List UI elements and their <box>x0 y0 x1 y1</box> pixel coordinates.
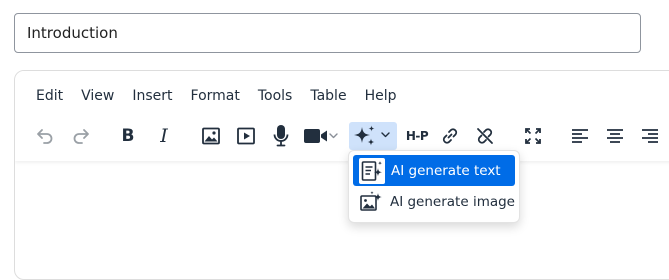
image-icon <box>202 127 220 145</box>
fullscreen-icon <box>525 128 541 144</box>
italic-icon: I <box>160 125 168 147</box>
menu-table[interactable]: Table <box>301 86 355 106</box>
remove-link-button[interactable] <box>469 122 501 150</box>
bold-button[interactable]: B <box>112 122 144 150</box>
align-center-icon <box>607 129 623 143</box>
align-right-button[interactable] <box>634 122 666 150</box>
insert-image-button[interactable] <box>195 122 227 150</box>
undo-button[interactable] <box>29 122 61 150</box>
h5p-icon: H-P <box>405 129 429 143</box>
editor-content-area[interactable] <box>15 163 669 279</box>
microphone-icon <box>273 125 289 147</box>
redo-button[interactable] <box>65 122 97 150</box>
menu-format[interactable]: Format <box>182 86 249 106</box>
insert-link-button[interactable] <box>434 122 466 150</box>
unlink-icon <box>477 128 493 144</box>
ai-tools-dropdown: AI generate text AI generate image <box>348 150 520 223</box>
ai-tools-button[interactable] <box>349 122 397 150</box>
record-video-button[interactable] <box>301 122 341 150</box>
rich-text-editor[interactable]: Edit View Insert Format Tools Table Help… <box>14 70 669 280</box>
ai-sparkle-icon <box>354 125 390 146</box>
video-camera-icon <box>304 129 338 143</box>
link-icon <box>442 128 458 144</box>
menu-help[interactable]: Help <box>356 86 406 106</box>
ai-image-icon <box>359 189 384 215</box>
editor-header: Edit View Insert Format Tools Table Help… <box>15 71 669 161</box>
fullscreen-button[interactable] <box>517 122 549 150</box>
menu-edit[interactable]: Edit <box>27 86 72 106</box>
ai-generate-image-option[interactable]: AI generate image <box>353 186 515 217</box>
align-left-icon <box>572 129 588 143</box>
menu-insert[interactable]: Insert <box>123 86 181 106</box>
align-center-button[interactable] <box>599 122 631 150</box>
record-audio-button[interactable] <box>265 122 297 150</box>
media-icon <box>237 127 255 145</box>
menu-tools[interactable]: Tools <box>249 86 302 106</box>
bold-icon: B <box>121 126 135 146</box>
ai-text-icon <box>359 157 385 184</box>
align-left-button[interactable] <box>564 122 596 150</box>
title-input[interactable] <box>14 13 641 53</box>
insert-media-button[interactable] <box>230 122 262 150</box>
redo-icon <box>73 129 89 144</box>
menubar: Edit View Insert Format Tools Table Help <box>27 84 405 108</box>
italic-button[interactable]: I <box>148 122 180 150</box>
h5p-button[interactable]: H-P <box>400 122 434 150</box>
ai-generate-text-option[interactable]: AI generate text <box>353 155 515 186</box>
menu-view[interactable]: View <box>72 86 123 106</box>
ai-generate-image-label: AI generate image <box>389 193 515 210</box>
align-right-icon <box>642 129 658 143</box>
ai-generate-text-label: AI generate text <box>391 162 501 179</box>
undo-icon <box>37 129 53 144</box>
